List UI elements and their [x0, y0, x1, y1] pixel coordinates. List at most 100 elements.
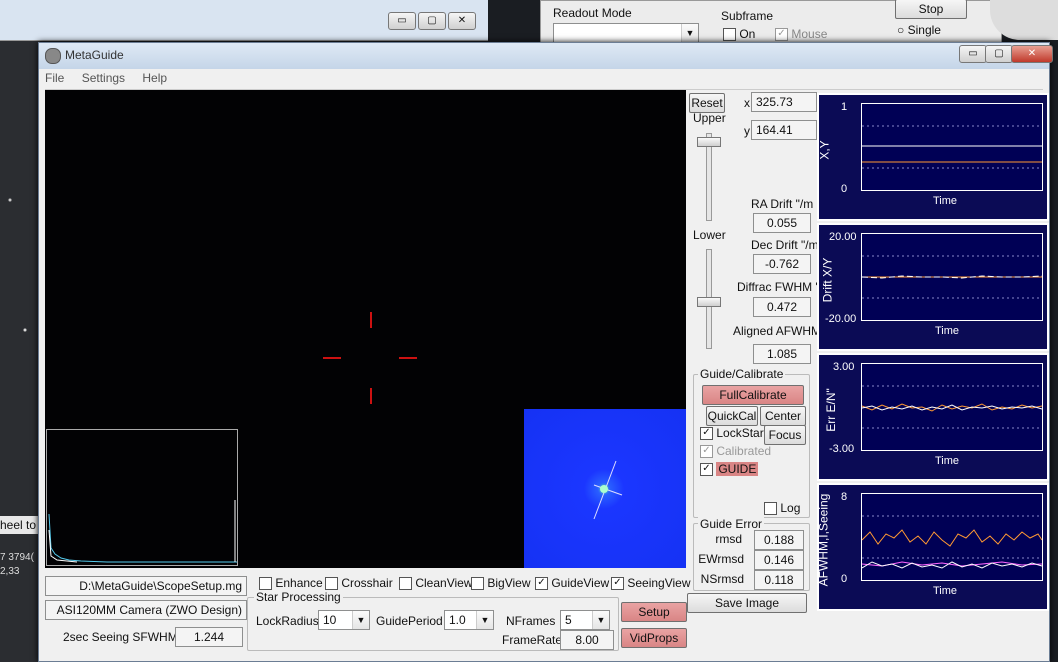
ewrmsd-label: EWrmsd	[698, 552, 744, 566]
error-plot-ymax: 3.00	[833, 361, 855, 373]
subframe-label: Subframe	[721, 9, 774, 23]
lockradius-select[interactable]: 10 ▼	[318, 610, 370, 630]
star-spikes	[593, 460, 623, 520]
seeing-plot-traces	[861, 515, 1043, 569]
histogram-panel	[46, 429, 238, 566]
crosshair-checkbox[interactable]: Crosshair	[325, 576, 393, 591]
error-plot-traces	[861, 385, 1043, 429]
guide-error-group: Guide Error rmsd 0.188 EWrmsd 0.146 NSrm…	[693, 517, 810, 591]
bg-maximize-button[interactable]: ▢	[418, 12, 446, 30]
seeing-plot-xlabel: Time	[933, 585, 958, 597]
error-plot: 3.00 -3.00 Err E/N" Time	[817, 353, 1049, 481]
subframe-on-checkbox[interactable]: On	[723, 27, 755, 42]
drift-plot-xlabel: Time	[935, 325, 960, 337]
center-button[interactable]: Center	[760, 406, 806, 426]
guideview-checkbox[interactable]: ✓ GuideView	[535, 576, 609, 591]
nframes-select[interactable]: 5 ▼	[560, 610, 610, 630]
bg-minimize-button[interactable]: ▭	[388, 12, 416, 30]
star-zoom-view	[524, 409, 686, 568]
subframe-mouse-checkbox[interactable]: ✓ Mouse	[775, 27, 827, 42]
xy-plot-xlabel: Time	[933, 195, 958, 207]
full-calibrate-button[interactable]: FullCalibrate	[702, 385, 804, 405]
framerate-value: 8.00	[560, 630, 614, 650]
xy-plot-ylabel: X,Y	[817, 140, 832, 160]
seeing-value: 1.244	[175, 627, 243, 647]
maximize-button[interactable]: ▢	[985, 45, 1013, 63]
ewrmsd-value: 0.146	[754, 550, 804, 570]
diffrac-fwhm-value: 0.472	[753, 297, 811, 317]
seeing-plot-area	[861, 493, 1043, 581]
xy-plot-traces	[862, 125, 1042, 169]
drift-plot: 20.00 -20.00 Drift X/Y Time	[817, 223, 1049, 351]
x-value: 325.73	[751, 92, 817, 112]
guideperiod-select[interactable]: 1.0 ▼	[444, 610, 494, 630]
guide-error-label: Guide Error	[698, 517, 765, 531]
error-plot-area	[861, 363, 1043, 451]
save-image-button[interactable]: Save Image	[687, 593, 807, 613]
x-label: x	[744, 96, 750, 110]
seeing-plot-ylabel: AFWHM,I,Seeing	[816, 493, 831, 587]
xy-plot: 1 0 X,Y Time	[817, 93, 1049, 221]
seeing-plot-ymin: 0	[841, 573, 848, 585]
bigview-checkbox[interactable]: BigView	[471, 576, 530, 591]
error-plot-ymin: -3.00	[829, 443, 855, 455]
calibrated-checkbox: ✓ Calibrated	[700, 444, 771, 459]
minimize-button[interactable]: ▭	[959, 45, 987, 63]
menu-help[interactable]: Help	[142, 71, 167, 85]
readout-mode-select[interactable]: ▼	[553, 23, 699, 43]
rmsd-label: rmsd	[715, 532, 742, 546]
star-processing-group: Star Processing LockRadius 10 ▼ GuidePeri…	[247, 590, 619, 651]
upper-label: Upper	[693, 111, 726, 125]
drift-plot-ymax: 20.00	[829, 231, 857, 243]
histogram-graph	[48, 500, 237, 563]
guide-calibrate-label: Guide/Calibrate	[698, 367, 786, 381]
framerate-label: FrameRate	[502, 633, 563, 647]
menu-file[interactable]: File	[45, 71, 64, 85]
close-button[interactable]: ✕	[1011, 45, 1053, 63]
seeing-label: 2sec Seeing SFWHM"	[63, 630, 182, 644]
dec-drift-label: Dec Drift "/m	[751, 238, 819, 252]
nframes-label: NFrames	[506, 614, 556, 628]
aligned-afwhm-label: Aligned AFWHM "	[733, 324, 829, 338]
enhance-checkbox[interactable]: Enhance	[259, 576, 323, 591]
bg-coords-2: 2,33	[0, 566, 20, 577]
drift-plot-ylabel: Drift X/Y	[820, 257, 835, 303]
focus-button[interactable]: Focus	[764, 425, 806, 445]
aligned-afwhm-value: 1.085	[753, 344, 811, 364]
guide-checkbox[interactable]: ✓ GUIDE	[700, 462, 759, 477]
stop-button[interactable]: Stop	[895, 0, 967, 19]
video-display[interactable]	[45, 90, 686, 568]
metaguide-window: MetaGuide ▭ ▢ ✕ File Settings Help Reset…	[38, 42, 1053, 662]
single-radio[interactable]: ○ Single	[897, 23, 941, 37]
star-processing-label: Star Processing	[254, 590, 343, 604]
menu-settings[interactable]: Settings	[82, 71, 125, 85]
readout-mode-label: Readout Mode	[553, 6, 632, 20]
vidprops-button[interactable]: VidProps	[621, 628, 687, 648]
lockstar-checkbox[interactable]: ✓ LockStar	[700, 426, 764, 441]
title-bar[interactable]: MetaGuide ▭ ▢ ✕	[39, 43, 1053, 69]
background-window: ▭ ▢ ✕	[0, 0, 488, 41]
nsrmsd-label: NSrmsd	[700, 572, 744, 586]
nsrmsd-value: 0.118	[754, 570, 804, 590]
ra-drift-label: RA Drift "/m	[751, 197, 814, 211]
reset-button[interactable]: Reset	[689, 93, 725, 113]
bg-close-button[interactable]: ✕	[448, 12, 476, 30]
lockradius-label: LockRadius	[256, 614, 319, 628]
lower-slider-thumb[interactable]	[697, 297, 721, 307]
setup-button[interactable]: Setup	[621, 602, 687, 622]
rmsd-value: 0.188	[754, 530, 804, 550]
error-plot-xlabel: Time	[935, 455, 960, 467]
upper-slider-thumb[interactable]	[697, 137, 721, 147]
ra-drift-value: 0.055	[753, 213, 811, 233]
window-title: MetaGuide	[65, 48, 124, 62]
cleanview-checkbox[interactable]: CleanView	[399, 576, 473, 591]
quickcal-button[interactable]: QuickCal	[706, 406, 758, 426]
seeingview-checkbox[interactable]: ✓ SeeingView	[611, 576, 691, 591]
diffrac-fwhm-label: Diffrac FWHM "	[737, 280, 820, 294]
log-checkbox[interactable]: Log	[764, 501, 800, 516]
crosshair-icon	[323, 312, 417, 404]
drift-plot-traces	[861, 255, 1043, 299]
xy-plot-ymax: 1	[841, 101, 848, 113]
lower-label: Lower	[693, 228, 726, 242]
error-plot-ylabel: Err E/N"	[823, 388, 838, 432]
